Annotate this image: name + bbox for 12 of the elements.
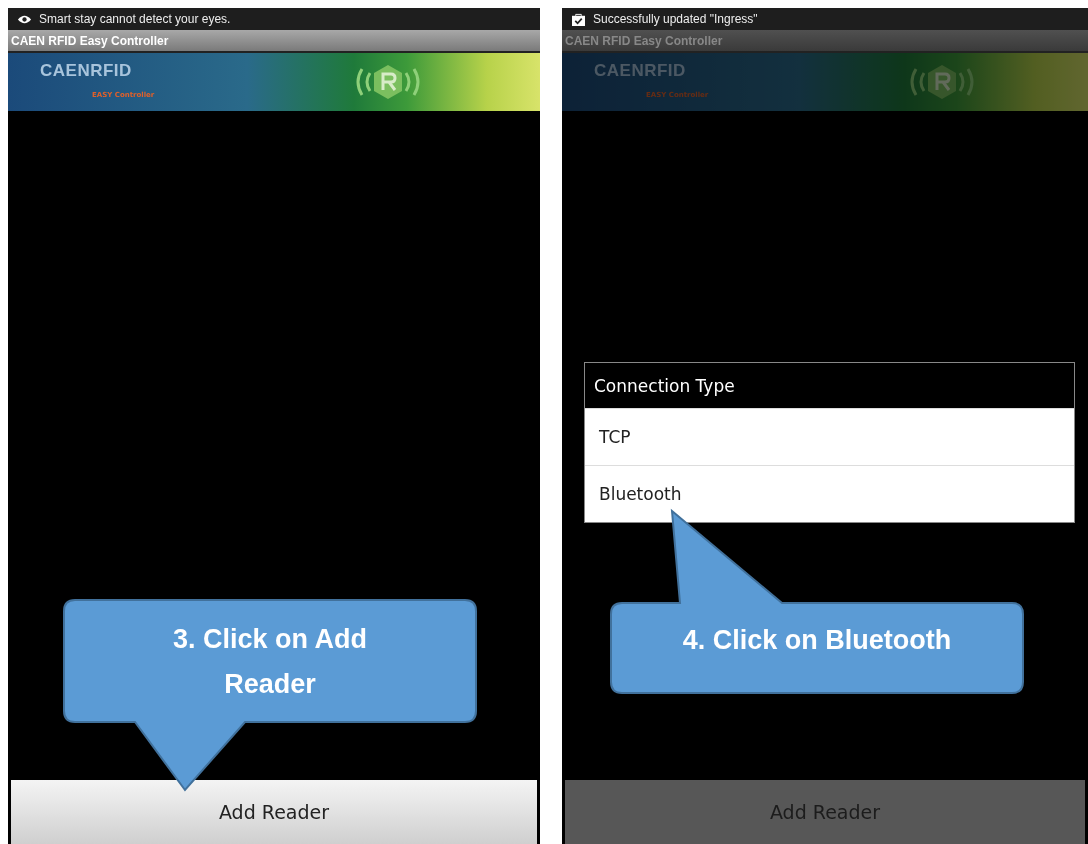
callout-text: 3. Click on Add Reader	[172, 623, 368, 701]
list-option[interactable]: TCP	[585, 408, 1074, 465]
notification-text: Smart stay cannot detect your eyes.	[39, 12, 231, 26]
add-reader-button[interactable]: Add Reader	[11, 780, 537, 844]
logo-text: CAENRFID	[594, 61, 686, 81]
shopping-bag-check-icon	[571, 12, 586, 26]
dialog-title: Connection Type	[585, 363, 1074, 408]
notification-text: Successfully updated "Ingress"	[593, 12, 758, 26]
callout-text: 4. Click on Bluetooth	[681, 624, 953, 657]
logo-text: CAENRFID	[40, 61, 132, 81]
app-title: CAEN RFID Easy Controller	[565, 33, 723, 48]
app-title: CAEN RFID Easy Controller	[11, 33, 169, 48]
